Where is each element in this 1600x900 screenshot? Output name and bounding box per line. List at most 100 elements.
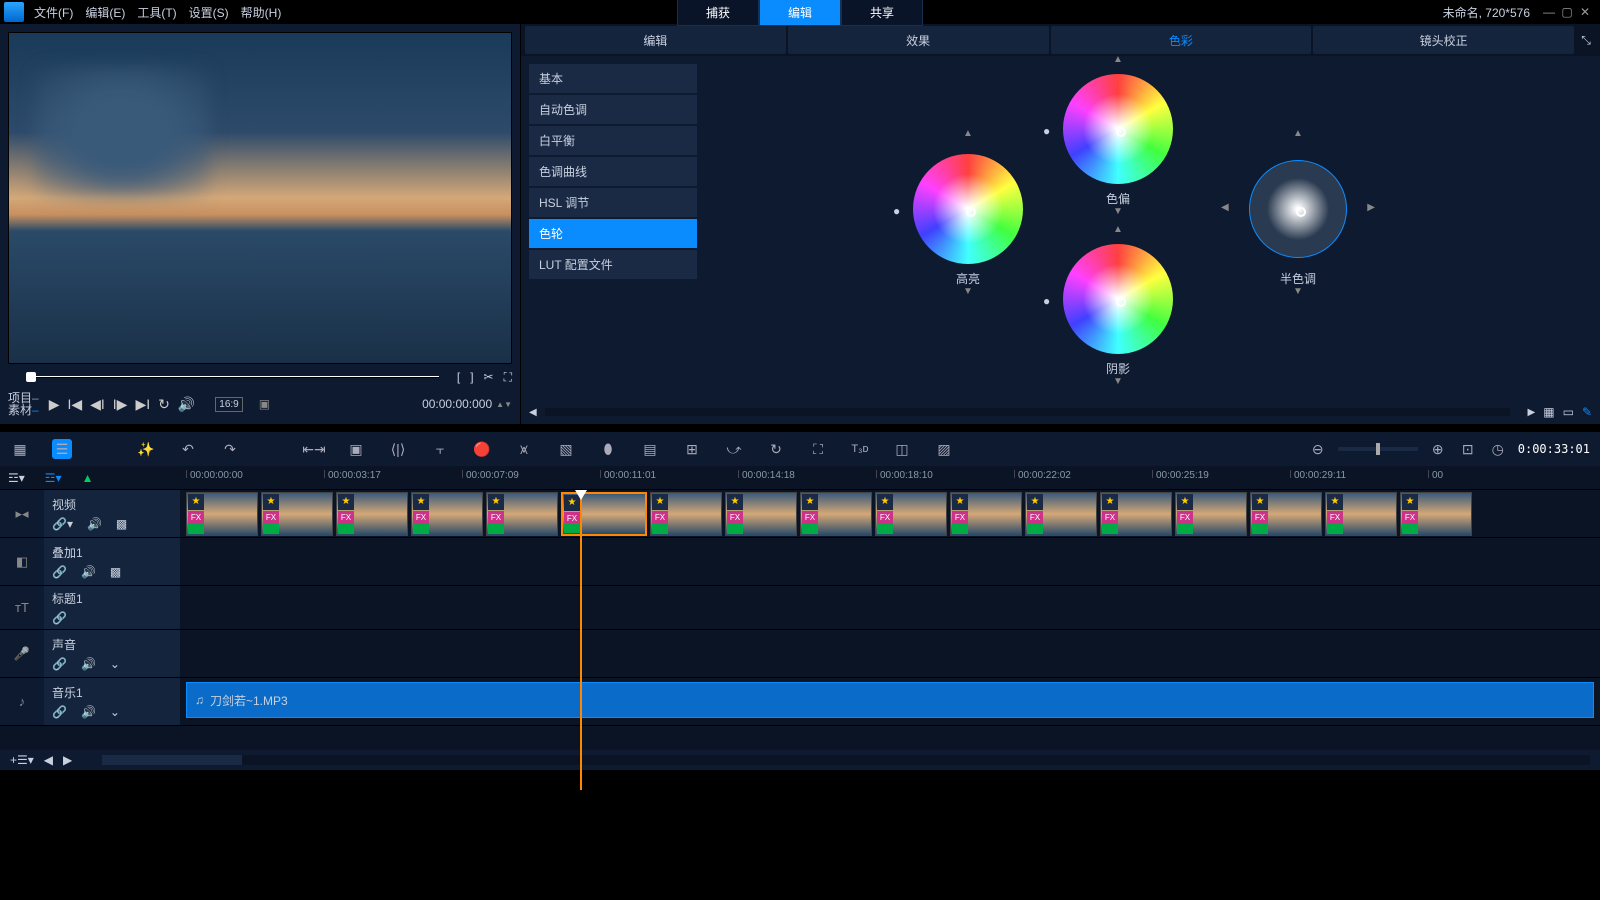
arrow-left-icon[interactable]: ◀ — [1221, 202, 1229, 213]
arrow-up-icon[interactable]: ▲ — [1113, 56, 1123, 65]
menu-edit[interactable]: 编辑(E) — [85, 4, 125, 21]
mute-icon[interactable]: 🔊 — [87, 517, 102, 531]
link-icon[interactable]: 🔗 — [52, 705, 67, 719]
track-title-content[interactable] — [180, 586, 1600, 629]
track-music-content[interactable]: ♫ 刀剑若~1.MP3 — [180, 678, 1600, 725]
video-clip[interactable]: ★FX — [411, 492, 483, 536]
video-clip[interactable]: ★FX — [261, 492, 333, 536]
zoom-out-icon[interactable]: ⊖ — [1308, 439, 1328, 459]
mute-icon[interactable]: 🔊 — [81, 705, 96, 719]
video-clip[interactable]: ★FX — [1325, 492, 1397, 536]
scroll-right-icon[interactable]: ▶ — [63, 753, 72, 767]
cat-auto-tone[interactable]: 自动色调 — [529, 95, 697, 124]
panel-scrollbar[interactable] — [545, 408, 1510, 416]
track-video-icon[interactable]: ▸◂ — [0, 490, 44, 537]
tool-g-icon[interactable]: ▧ — [556, 439, 576, 459]
mark-out-icon[interactable]: ] — [470, 370, 473, 385]
maximize-icon[interactable]: ▢ — [1560, 5, 1574, 19]
tool-i-icon[interactable]: ▤ — [640, 439, 660, 459]
minimize-icon[interactable]: — — [1542, 5, 1556, 19]
tab-capture[interactable]: 捕获 — [677, 0, 759, 26]
expand-icon[interactable]: ⛶ — [504, 370, 512, 385]
wheel-mid-control[interactable] — [1243, 154, 1353, 264]
video-clip[interactable]: ★FX — [875, 492, 947, 536]
video-clip[interactable]: ★FX — [561, 492, 647, 536]
effect-toggle-icon[interactable]: ▩ — [116, 517, 127, 531]
video-clip[interactable]: ★FX — [486, 492, 558, 536]
tool-b-icon[interactable]: ▣ — [346, 439, 366, 459]
playhead[interactable] — [580, 490, 582, 790]
video-clip[interactable]: ★FX — [1250, 492, 1322, 536]
fit-icon[interactable]: ⊡ — [1458, 439, 1478, 459]
subtab-effect[interactable]: 效果 — [788, 26, 1049, 54]
volume-icon[interactable]: 🔊 — [178, 396, 195, 413]
dot-icon[interactable]: ● — [893, 204, 900, 218]
link-icon[interactable]: 🔗 — [52, 611, 67, 625]
arrow-down-icon[interactable]: ▼ — [1113, 376, 1123, 387]
scroll-left-icon[interactable]: ◀ — [44, 753, 53, 767]
menu-settings[interactable]: 设置(S) — [189, 4, 229, 21]
tool-c-icon[interactable]: ⟨|⟩ — [388, 439, 408, 459]
tool-o-icon[interactable]: ▨ — [934, 439, 954, 459]
track-overlay-icon[interactable]: ◧ — [0, 538, 44, 585]
track-video-content[interactable]: ★FX★FX★FX★FX★FX★FX★FX★FX★FX★FX★FX★FX★FX★… — [180, 490, 1600, 537]
subtab-color[interactable]: 色彩 — [1051, 26, 1312, 54]
menu-help[interactable]: 帮助(H) — [241, 4, 282, 21]
tab-edit[interactable]: 编辑 — [759, 0, 841, 26]
resize-preview-icon[interactable]: ▣ — [259, 397, 270, 411]
subtab-edit[interactable]: 编辑 — [525, 26, 786, 54]
timeline-ruler[interactable]: ☲▾ ☲▾ ▲ 00:00:00:0000:00:03:1700:00:07:0… — [0, 466, 1600, 490]
arrow-down-icon[interactable]: ▼ — [1293, 286, 1303, 297]
subtab-lens[interactable]: 镜头校正 — [1313, 26, 1574, 54]
video-clip[interactable]: ★FX — [650, 492, 722, 536]
tool-m-icon[interactable]: ⛶ — [808, 439, 828, 459]
link-icon[interactable]: 🔗 — [52, 565, 67, 579]
tool-j-icon[interactable]: ⊞ — [682, 439, 702, 459]
audio-clip[interactable]: ♫ 刀剑若~1.MP3 — [186, 682, 1594, 718]
dot-icon[interactable]: ● — [1043, 294, 1050, 308]
menu-tools[interactable]: 工具(T) — [137, 4, 176, 21]
redo-icon[interactable]: ↷ — [220, 439, 240, 459]
mute-icon[interactable]: 🔊 — [81, 657, 96, 671]
menu-file[interactable]: 文件(F) — [34, 4, 73, 21]
cat-white-balance[interactable]: 白平衡 — [529, 126, 697, 155]
cat-hsl[interactable]: HSL 调节 — [529, 188, 697, 217]
expand-icon[interactable]: ⌄ — [110, 657, 120, 671]
add-marker-icon[interactable]: ▲ — [82, 471, 94, 485]
tool-h-icon[interactable]: ⬮ — [598, 439, 618, 459]
video-clip[interactable]: ★FX — [1400, 492, 1472, 536]
tool-d-icon[interactable]: ⫟ — [430, 439, 450, 459]
scrub-marker[interactable] — [26, 372, 36, 382]
video-clip[interactable]: ★FX — [1175, 492, 1247, 536]
tool-3d-icon[interactable]: T₃ᴅ — [850, 439, 870, 459]
tool-e-icon[interactable]: 🔴 — [472, 439, 492, 459]
arrow-up-icon[interactable]: ▲ — [1113, 224, 1123, 235]
tool-a-icon[interactable]: ⇤⇥ — [304, 439, 324, 459]
split-icon[interactable]: ✂ — [484, 370, 494, 385]
track-title-icon[interactable]: ᴛT — [0, 586, 44, 629]
duration-icon[interactable]: ◷ — [1488, 439, 1508, 459]
tab-share[interactable]: 共享 — [841, 0, 923, 26]
arrow-up-icon[interactable]: ▲ — [963, 128, 973, 139]
arrow-down-icon[interactable]: ▼ — [1113, 206, 1123, 217]
tool-k-icon[interactable]: ⤻ — [724, 439, 744, 459]
close-icon[interactable]: ✕ — [1578, 5, 1592, 19]
layout-c-icon[interactable]: ✎ — [1582, 405, 1592, 419]
layout-b-icon[interactable]: ▭ — [1563, 405, 1574, 419]
link-icon[interactable]: 🔗▾ — [52, 517, 73, 531]
track-voice-content[interactable] — [180, 630, 1600, 677]
add-track-icon[interactable]: +☰▾ — [10, 753, 34, 767]
next-frame-icon[interactable]: I▶ — [113, 396, 128, 413]
wheel-hi-control[interactable] — [913, 154, 1023, 264]
preview-viewport[interactable] — [8, 32, 512, 364]
cat-basic[interactable]: 基本 — [529, 64, 697, 93]
timeline-view-icon[interactable]: ☰ — [52, 439, 72, 459]
prev-frame-icon[interactable]: ◀I — [90, 396, 105, 413]
aspect-ratio[interactable]: 16:9 — [215, 397, 242, 412]
zoom-in-icon[interactable]: ⊕ — [1428, 439, 1448, 459]
wheel-sh-control[interactable] — [1063, 244, 1173, 354]
link-icon[interactable]: 🔗 — [52, 657, 67, 671]
track-music-icon[interactable]: ♪ — [0, 678, 44, 725]
arrow-down-icon[interactable]: ▼ — [963, 286, 973, 297]
cat-tone-curve[interactable]: 色调曲线 — [529, 157, 697, 186]
